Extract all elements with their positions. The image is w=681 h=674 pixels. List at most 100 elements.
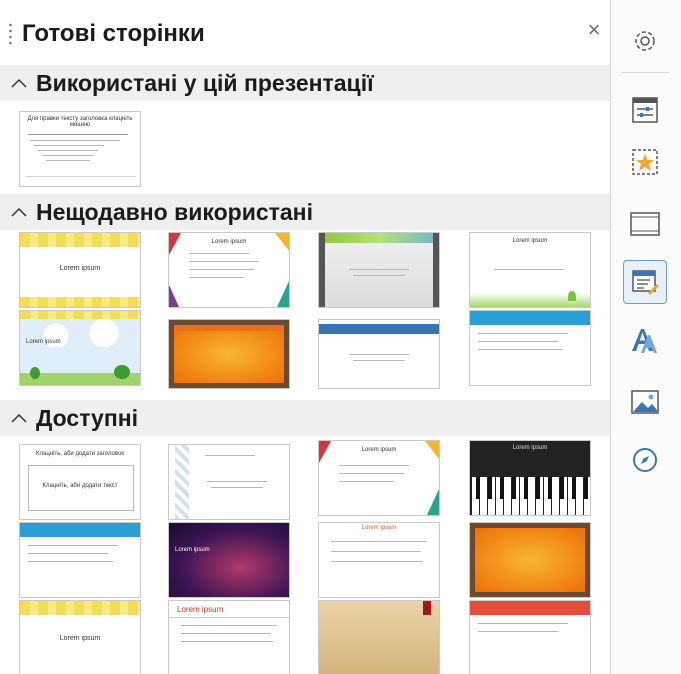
sidebar-styles-button[interactable] [623,318,667,362]
thumb-line [478,341,558,342]
slide-transition-icon [632,149,658,175]
master-slide-thumbnail[interactable]: Lorem ipsum [19,600,141,674]
sidebar-deck [611,0,681,674]
master-slide-thumbnail[interactable] [19,522,141,598]
thumb-line [181,633,271,634]
thumb-line [42,155,94,156]
thumb-line [478,623,568,624]
master-slide-thumbnail[interactable] [168,444,290,520]
thumb-line [38,150,98,151]
section-label: Нещодавно використані [36,198,313,225]
master-slide-thumbnail[interactable]: Lorem ipsum [19,232,141,308]
thumb-line [478,349,563,350]
thumb-title: Lorem ipsum [361,525,397,531]
thumb-line [478,631,558,632]
thumb-line [28,561,113,562]
thumb-line [331,551,421,552]
chevron-up-icon [11,207,27,217]
thumb-title: Lorem ipsum [59,265,101,272]
section-label: Доступні [36,404,139,431]
thumb-line [349,354,409,355]
master-slides-icon [632,270,659,295]
sidebar-properties-button[interactable] [623,88,667,132]
thumb-title: Lorem ipsum [177,605,224,614]
thumb-line [494,269,564,270]
thumb-line [478,333,568,334]
thumb-line [353,275,405,276]
thumb-title: Lorem ipsum [26,339,61,345]
master-slide-thumbnail[interactable] [318,319,440,389]
thumb-title: Lorem ipsum [361,447,397,453]
master-slide-thumbnail[interactable]: Lorem ipsum [318,522,440,598]
drag-handle-icon[interactable] [9,22,12,46]
gallery-icon [631,390,659,414]
section-available[interactable]: Доступні [0,400,610,436]
master-slide-thumbnail[interactable] [469,522,591,598]
thumb-title: Lorem ipsum [175,547,210,553]
master-slide-thumbnail[interactable] [318,232,440,308]
thumb-footer [26,176,136,177]
section-used-in-presentation[interactable]: Використані у цій презентації [0,65,610,101]
thumb-title: Lorem ipsum [512,238,548,244]
thumb-line [189,253,249,254]
sidebar-separator [621,72,669,73]
panel-title: Готові сторінки [22,20,205,47]
navigator-icon [633,448,657,472]
sidebar-navigator-button[interactable] [623,438,667,482]
master-slide-thumbnail[interactable]: Lorem ipsum [19,310,141,386]
settings-button[interactable] [623,19,667,63]
thumb-line [181,625,277,626]
thumb-line [189,261,259,262]
thumb-line [205,455,255,456]
styles-icon [632,329,657,353]
thumb-line [34,145,104,146]
master-slide-thumbnail[interactable]: Lorem ipsum [168,232,290,308]
panel-header: Готові сторінки × [0,14,610,60]
thumb-title: Lorem ipsum [59,635,101,642]
master-slide-thumbnail[interactable]: Для правки тексту заголовка клацніть миш… [19,111,141,187]
properties-icon [632,97,658,123]
thumb-line [189,277,244,278]
thumb-line [331,561,423,562]
section-recently-used[interactable]: Нещодавно використані [0,194,610,230]
gear-icon [635,31,655,51]
master-slide-thumbnail[interactable] [469,310,591,386]
master-slide-thumbnail[interactable]: Клацніть, аби додати заголовок Клацніть,… [19,444,141,520]
master-slide-thumbnail[interactable] [318,600,440,674]
sidebar-gallery-button[interactable] [623,380,667,424]
thumb-title: Lorem ipsum [211,239,247,245]
sidebar-slides-button[interactable] [623,202,667,246]
thumb-line [339,481,394,482]
thumb-text: Клацніть, аби додати текст [42,483,118,489]
master-slide-thumbnail[interactable] [469,600,591,674]
thumb-line [349,269,409,270]
thumb-line [181,641,273,642]
thumb-line [211,487,263,488]
master-slide-thumbnail[interactable] [168,319,290,389]
chevron-up-icon [11,413,27,423]
close-button[interactable]: × [582,18,606,42]
master-slide-thumbnail[interactable]: Lorem ipsum [469,440,591,516]
master-slide-thumbnail[interactable]: Lorem ipsum [168,522,290,598]
sidebar-transition-button[interactable] [623,140,667,184]
thumb-line [331,541,427,542]
master-slide-thumbnail[interactable]: Lorem ipsum [318,440,440,516]
thumb-line [28,553,108,554]
chevron-up-icon [11,78,27,88]
slides-icon [630,212,660,236]
section-label: Використані у цій презентації [36,69,374,96]
master-slides-panel: Готові сторінки × Використані у цій през… [0,0,611,674]
thumb-title: Клацніть, аби додати заголовок [36,451,124,457]
thumb-title: Lorem ipsum [512,445,548,451]
master-slide-thumbnail[interactable]: Lorem ipsum [469,232,591,308]
thumb-line [189,269,254,270]
sidebar-master-slides-button[interactable] [623,260,667,304]
master-slide-thumbnail[interactable]: Lorem ipsum [168,600,290,674]
thumb-title: Для правки тексту заголовка клацніть миш… [27,116,133,128]
thumb-line [207,481,267,482]
thumb-line [339,465,409,466]
thumb-line [339,473,404,474]
thumb-line [46,160,90,161]
thumb-line [30,140,120,141]
thumb-line [28,545,118,546]
